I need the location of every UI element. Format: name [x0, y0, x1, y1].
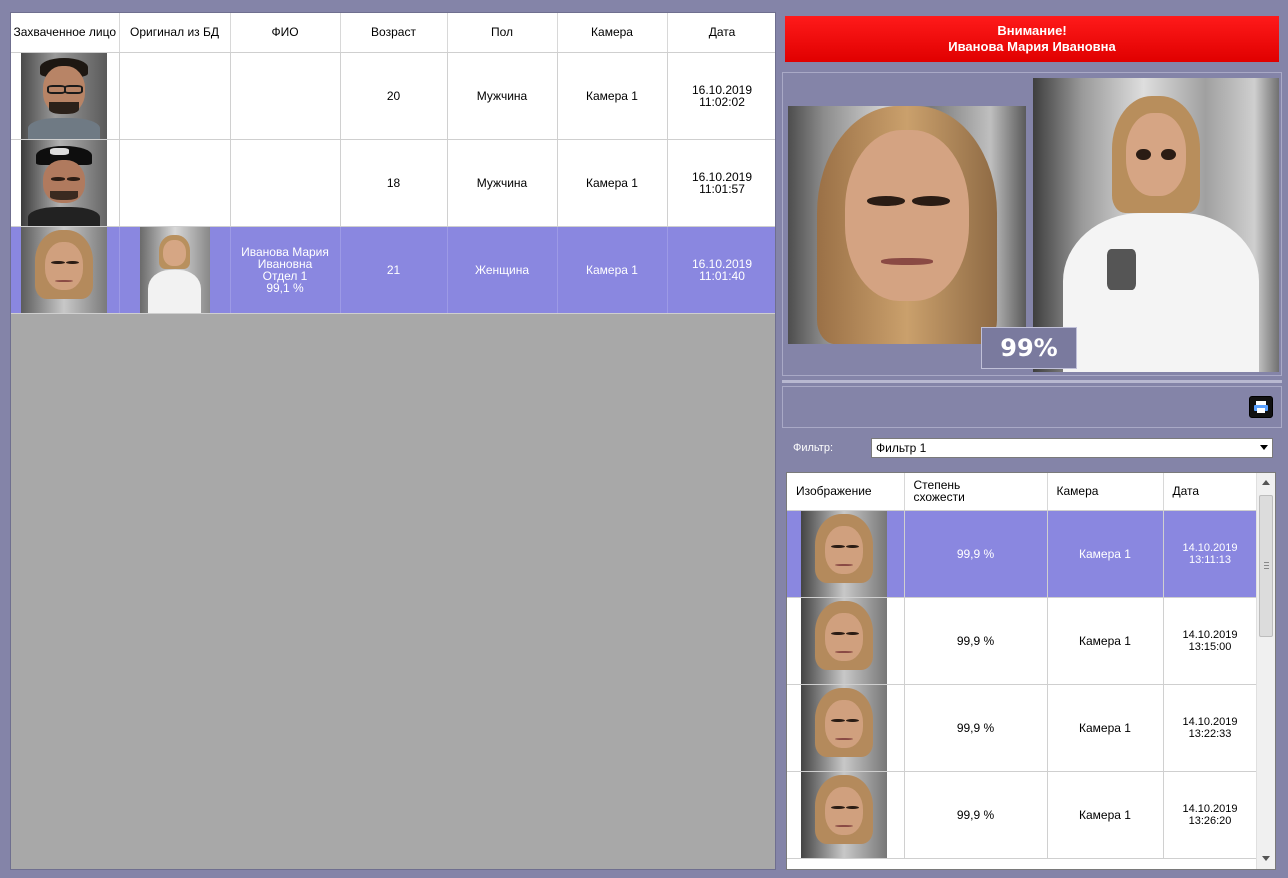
panel-splitter[interactable]	[782, 380, 1282, 383]
alert-title: Внимание!	[997, 23, 1067, 38]
filter-label: Фильтр:	[793, 442, 834, 454]
arrow-down-icon[interactable]	[1262, 856, 1270, 861]
table-row-selected[interactable]: Иванова Мария Ивановна Отдел 1 99,1 % 21…	[11, 226, 775, 314]
history-scrollbar[interactable]	[1256, 473, 1275, 869]
age-cell: 20	[340, 52, 448, 140]
history-row[interactable]: 99,9 % Камера 1 14.10.2019 13:26:20	[787, 771, 1258, 859]
captured-face-cell	[11, 226, 120, 314]
alert-banner: Внимание! Иванова Мария Ивановна	[785, 16, 1279, 62]
date-cell: 14.10.2019 13:22:33	[1163, 684, 1258, 772]
date-text: 16.10.2019	[691, 82, 753, 97]
date-cell: 14.10.2019 13:26:20	[1163, 771, 1258, 859]
scrollbar-thumb[interactable]	[1259, 495, 1273, 637]
history-toolbar	[782, 386, 1282, 428]
captured-face-closeup	[788, 106, 1026, 344]
history-table: Изображение Степень схожести Камера Дата	[787, 473, 1258, 859]
match-history-list: Изображение Степень схожести Камера Дата	[786, 472, 1276, 870]
history-image-cell	[787, 684, 905, 772]
camera-cell: Камера 1	[557, 52, 668, 140]
filter-select[interactable]: Фильтр 1	[871, 438, 1273, 458]
history-image-cell	[787, 597, 905, 685]
full-name-cell	[230, 139, 341, 227]
age-cell: 18	[340, 139, 448, 227]
time-text: 11:01:57	[699, 181, 745, 196]
match-panel: 99%	[782, 72, 1282, 376]
date-cell: 16.10.2019 11:02:02	[667, 52, 775, 140]
history-row-selected[interactable]: 99,9 % Камера 1 14.10.2019 13:11:13	[787, 510, 1258, 598]
col-image[interactable]: Изображение	[787, 473, 905, 511]
history-header-row: Изображение Степень схожести Камера Дата	[787, 473, 1258, 511]
similarity-text: 99,1 %	[266, 280, 304, 295]
captured-face-image	[21, 226, 107, 313]
camera-cell: Камера 1	[1047, 597, 1164, 685]
history-row[interactable]: 99,9 % Камера 1 14.10.2019 13:22:33	[787, 684, 1258, 772]
date-cell: 14.10.2019 13:11:13	[1163, 510, 1258, 598]
table-row[interactable]: 18 Мужчина Камера 1 16.10.2019 11:01:57	[11, 139, 775, 227]
events-panel: Захваченное лицо Оригинал из БД ФИО Возр…	[10, 12, 776, 870]
col-full-name[interactable]: ФИО	[230, 13, 341, 53]
col-gender[interactable]: Пол	[447, 13, 558, 53]
time-text: 11:02:02	[699, 94, 745, 109]
time-text: 11:01:40	[699, 268, 745, 283]
age-cell: 21	[340, 226, 448, 314]
date-cell: 16.10.2019 11:01:57	[667, 139, 775, 227]
department-text: Отдел 1	[262, 268, 308, 283]
col-age[interactable]: Возраст	[340, 13, 448, 53]
db-original-cell	[119, 226, 231, 314]
date-text: 16.10.2019	[691, 256, 753, 271]
grip-icon	[1264, 562, 1269, 569]
camera-cell: Камера 1	[1047, 684, 1164, 772]
camera-cell: Камера 1	[1047, 510, 1164, 598]
captured-face-image	[21, 139, 107, 226]
similarity-cell: 99,9 %	[904, 684, 1048, 772]
similarity-cell: 99,9 %	[904, 771, 1048, 859]
full-name-cell: Иванова Мария Ивановна Отдел 1 99,1 %	[230, 226, 341, 314]
history-image-cell	[787, 771, 905, 859]
history-image-cell	[787, 510, 905, 598]
gender-cell: Мужчина	[447, 52, 558, 140]
col-camera[interactable]: Камера	[1047, 473, 1164, 511]
chevron-down-icon	[1260, 445, 1268, 450]
camera-cell: Камера 1	[557, 139, 668, 227]
arrow-up-icon[interactable]	[1262, 480, 1270, 485]
events-header-row: Захваченное лицо Оригинал из БД ФИО Возр…	[11, 13, 775, 53]
print-button[interactable]	[1249, 396, 1273, 418]
col-date[interactable]: Дата	[1163, 473, 1258, 511]
date-cell: 16.10.2019 11:01:40	[667, 226, 775, 314]
history-face-image	[801, 597, 887, 684]
history-face-image	[801, 684, 887, 771]
events-table: Захваченное лицо Оригинал из БД ФИО Возр…	[11, 13, 775, 314]
db-original-cell	[119, 52, 231, 140]
captured-face-cell	[11, 139, 120, 227]
similarity-cell: 99,9 %	[904, 597, 1048, 685]
date-cell: 14.10.2019 13:15:00	[1163, 597, 1258, 685]
col-camera[interactable]: Камера	[557, 13, 668, 53]
db-original-cell	[119, 139, 231, 227]
col-captured-face[interactable]: Захваченное лицо	[11, 13, 120, 53]
captured-face-cell	[11, 52, 120, 140]
full-name-cell	[230, 52, 341, 140]
gender-cell: Женщина	[447, 226, 558, 314]
gender-cell: Мужчина	[447, 139, 558, 227]
filter-selected-value: Фильтр 1	[876, 441, 927, 455]
col-db-original[interactable]: Оригинал из БД	[119, 13, 231, 53]
date-text: 16.10.2019	[691, 169, 753, 184]
history-face-image	[801, 510, 887, 597]
alert-person-name: Иванова Мария Ивановна	[948, 39, 1116, 54]
table-row[interactable]: 20 Мужчина Камера 1 16.10.2019 11:02:02	[11, 52, 775, 140]
match-percent-badge: 99%	[981, 327, 1077, 369]
col-similarity[interactable]: Степень схожести	[904, 473, 1048, 511]
similarity-cell: 99,9 %	[904, 510, 1048, 598]
db-original-image	[139, 226, 210, 313]
matched-person-name: Иванова Мария Ивановна	[241, 244, 329, 271]
camera-cell: Камера 1	[557, 226, 668, 314]
history-row[interactable]: 99,9 % Камера 1 14.10.2019 13:15:00	[787, 597, 1258, 685]
print-icon	[1254, 401, 1268, 413]
camera-cell: Камера 1	[1047, 771, 1164, 859]
col-date[interactable]: Дата	[667, 13, 775, 53]
captured-face-image	[21, 52, 107, 139]
history-face-image	[801, 771, 887, 858]
